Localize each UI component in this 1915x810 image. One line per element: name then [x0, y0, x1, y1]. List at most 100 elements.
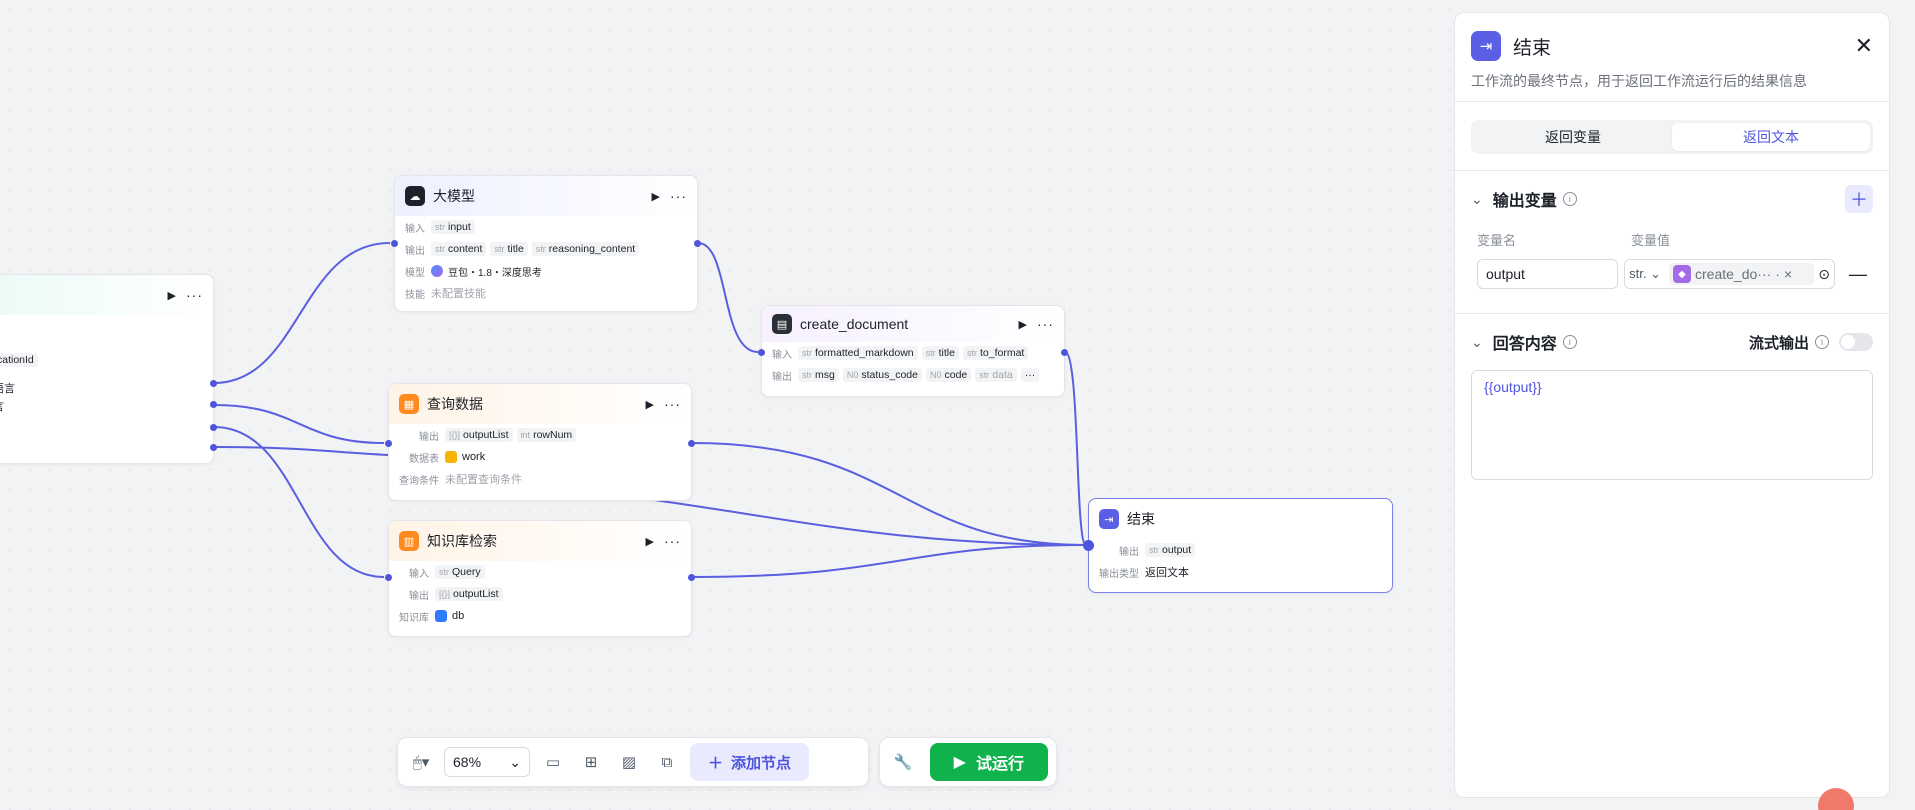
- return-mode-tabs: 返回变量 返回文本: [1471, 120, 1873, 154]
- plugin-icon: ◆: [1673, 265, 1692, 283]
- doubao-icon: [431, 265, 443, 277]
- stream-output-toggle[interactable]: [1839, 333, 1873, 351]
- port-dot[interactable]: [385, 440, 392, 447]
- zoom-value: 68%: [453, 754, 482, 770]
- tab-return-variable[interactable]: 返回变量: [1474, 123, 1672, 151]
- tab-return-text[interactable]: 返回文本: [1672, 123, 1870, 151]
- port-dot[interactable]: [1083, 540, 1094, 551]
- field-text: 语言: [0, 383, 15, 395]
- output-label: 输出: [1119, 546, 1139, 558]
- panel-description: 工作流的最终节点，用于返回工作流运行后的结果信息: [1471, 73, 1807, 89]
- layout-icon[interactable]: ⊞: [576, 747, 606, 777]
- play-icon[interactable]: ▶: [646, 398, 654, 411]
- workflow-canvas[interactable]: ▶ ··· cationId 语言 言 ☁ 大模型 ▶ ··· 输入 strinpu…: [0, 0, 1455, 810]
- more-icon[interactable]: ···: [670, 188, 687, 204]
- answer-content-editor[interactable]: {{output}}: [1471, 370, 1873, 480]
- target-icon[interactable]: ⊙: [1818, 266, 1830, 283]
- edge-start-llm: [213, 242, 391, 384]
- add-node-button[interactable]: ＋ 添加节点: [690, 743, 810, 781]
- zoom-select[interactable]: 68% ⌄: [444, 747, 530, 777]
- skill-value: 未配置技能: [431, 288, 486, 300]
- knowledge-retrieval-node[interactable]: ▥ 知识库检索 ▶ ··· 输入 str Query 输出 [{}] outputLi…: [388, 520, 692, 637]
- minimap-icon[interactable]: ▨: [614, 747, 644, 777]
- type-value: 返回文本: [1145, 567, 1189, 579]
- table-value: work: [462, 451, 486, 463]
- play-icon: ▶: [953, 754, 966, 771]
- port-dot[interactable]: [210, 380, 217, 387]
- end-node[interactable]: ⇥ 结束 输出 str output 输出类型 返回文本: [1088, 498, 1393, 593]
- port-dot[interactable]: [1061, 349, 1068, 356]
- info-icon[interactable]: i: [1562, 192, 1577, 206]
- fit-icon[interactable]: ⧉: [652, 747, 682, 777]
- end-icon: ⇥: [1471, 31, 1501, 61]
- kb-label: 知识库: [399, 612, 429, 624]
- plugin-icon: ▤: [772, 314, 792, 334]
- start-node[interactable]: ▶ ··· cationId 语言 言: [0, 274, 214, 464]
- port-dot[interactable]: [210, 401, 217, 408]
- close-icon[interactable]: ✕: [1855, 33, 1873, 59]
- info-icon[interactable]: i: [1562, 335, 1577, 349]
- comment-icon[interactable]: ▭: [538, 747, 568, 777]
- stream-output-label: 流式输出: [1748, 334, 1809, 352]
- llm-node[interactable]: ☁ 大模型 ▶ ··· 输入 str input 输出 str content str…: [394, 175, 698, 312]
- more-icon[interactable]: ···: [1037, 316, 1054, 332]
- table-icon: [445, 451, 457, 463]
- variable-reference[interactable]: ◆ create_do··· · ×: [1669, 263, 1815, 285]
- output-tag: str title: [490, 242, 528, 256]
- divider: [1455, 101, 1889, 102]
- port-dot[interactable]: [385, 574, 392, 581]
- node-title: create_document: [800, 316, 909, 332]
- llm-icon: ☁: [405, 186, 425, 206]
- input-label: 输入: [409, 568, 429, 580]
- port-dot[interactable]: [688, 440, 695, 447]
- port-dot[interactable]: [210, 444, 217, 451]
- more-icon[interactable]: ···: [186, 287, 203, 303]
- create-document-node[interactable]: ▤ create_document ▶ ··· 输入 str formatted_m…: [761, 305, 1065, 397]
- port-dot[interactable]: [210, 424, 217, 431]
- node-title: 结束: [1127, 511, 1155, 527]
- variable-name-input[interactable]: output: [1477, 259, 1619, 289]
- port-dot[interactable]: [694, 240, 701, 247]
- type-select[interactable]: str. ⌄: [1629, 266, 1665, 282]
- play-icon[interactable]: ▶: [1019, 318, 1027, 331]
- add-variable-button[interactable]: ＋: [1845, 185, 1873, 213]
- output-section-header[interactable]: ⌄ 输出变量 i ＋: [1455, 171, 1889, 227]
- query-data-node[interactable]: ▦ 查询数据 ▶ ··· 输出 [{}] outputList int rowNum …: [388, 383, 692, 501]
- skill-label: 技能: [405, 289, 425, 301]
- chevron-down-icon[interactable]: ⌄: [1471, 191, 1483, 208]
- more-icon[interactable]: ···: [664, 533, 681, 549]
- clear-icon[interactable]: ×: [1784, 266, 1792, 282]
- test-run-button[interactable]: ▶ 试运行: [929, 743, 1048, 781]
- more-icon[interactable]: ···: [664, 396, 681, 412]
- edges-layer: [213, 242, 1087, 578]
- edge-kb-end: [691, 544, 1087, 578]
- input-label: 输入: [405, 223, 425, 235]
- node-title: 知识库检索: [427, 533, 497, 549]
- play-icon[interactable]: ▶: [652, 190, 660, 203]
- type-label: 输出类型: [1099, 568, 1139, 580]
- model-label: 模型: [405, 267, 425, 279]
- info-icon[interactable]: i: [1815, 335, 1829, 349]
- chevron-down-icon[interactable]: ⌄: [1471, 334, 1483, 351]
- edge-llm-doc: [697, 242, 759, 353]
- cond-value: 未配置查询条件: [445, 474, 522, 486]
- col-name: 变量名: [1477, 232, 1517, 248]
- table-label: 数据表: [409, 453, 439, 465]
- port-dot[interactable]: [688, 574, 695, 581]
- run-label: 试运行: [975, 756, 1024, 773]
- port-dot[interactable]: [391, 240, 398, 247]
- variable-value-select[interactable]: str. ⌄ ◆ create_do··· · × ⊙: [1624, 259, 1835, 289]
- col-value: 变量值: [1631, 232, 1671, 248]
- node-title: 大模型: [433, 188, 475, 204]
- output-label: 输出: [405, 245, 425, 257]
- play-icon[interactable]: ▶: [168, 289, 176, 302]
- answer-section-header[interactable]: ⌄ 回答内容 i 流式输出 i: [1455, 314, 1889, 370]
- wrench-icon[interactable]: 🔧: [888, 747, 918, 777]
- remove-variable-button[interactable]: —: [1849, 264, 1867, 285]
- model-value: 豆包・1.8・深度思考: [448, 267, 542, 279]
- mouse-mode-icon[interactable]: 🖱▾: [406, 747, 436, 777]
- port-dot[interactable]: [758, 349, 765, 356]
- edge-db-end2: [639, 497, 1087, 546]
- play-icon[interactable]: ▶: [646, 535, 654, 548]
- end-node-panel: ⇥ 结束 ✕ 工作流的最终节点，用于返回工作流运行后的结果信息 返回变量 返回文…: [1454, 12, 1890, 798]
